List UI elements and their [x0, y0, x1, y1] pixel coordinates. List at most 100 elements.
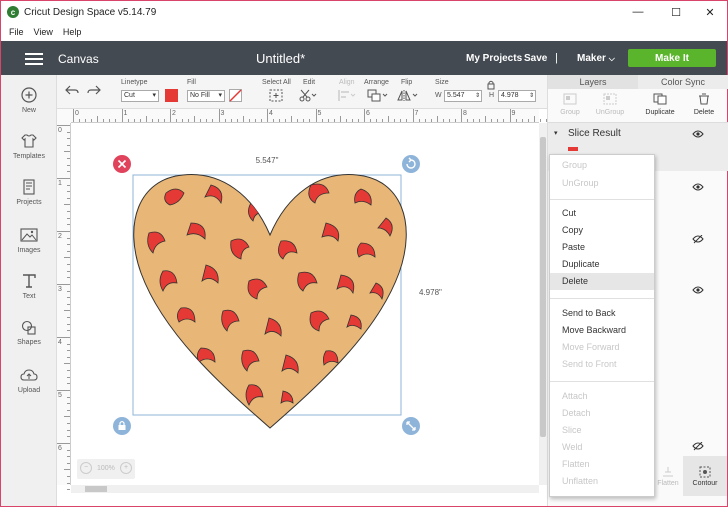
tab-color-sync[interactable]: Color Sync	[638, 75, 728, 89]
stepper-icon: ⇕	[528, 93, 534, 99]
duplicate-icon	[653, 93, 667, 105]
minimize-button[interactable]: —	[621, 1, 655, 23]
eye-hidden-icon[interactable]	[692, 235, 704, 244]
ruler-tick	[64, 416, 70, 418]
ruler-tick	[430, 119, 432, 122]
design-canvas[interactable]: 5.547" 4.978"	[71, 123, 539, 485]
make-it-button[interactable]: Make It	[628, 49, 716, 67]
linetype-select[interactable]: Cut ▾	[121, 90, 159, 102]
linetype-color-swatch[interactable]	[165, 89, 178, 102]
ungroup-button[interactable]: UnGroup	[590, 93, 630, 116]
ruler-tick	[67, 270, 70, 272]
ruler-tick	[151, 119, 153, 122]
zoom-in-button[interactable]: +	[120, 462, 132, 474]
caret-down-icon[interactable]: ▾	[554, 129, 558, 137]
stepper-icon: ⇕	[474, 93, 480, 99]
lock-handle[interactable]	[113, 417, 131, 435]
group-button[interactable]: Group	[550, 93, 590, 116]
ruler-tick-label: 6	[366, 110, 370, 117]
sidebar-item-shapes[interactable]: Shapes	[1, 319, 57, 346]
flip-icon[interactable]	[397, 89, 419, 102]
delete-handle[interactable]	[113, 155, 131, 173]
lock-icon[interactable]	[487, 80, 495, 90]
tab-layers[interactable]: Layers	[548, 75, 638, 89]
ruler-tick-label: 7	[414, 110, 419, 117]
sidebar-item-images[interactable]: Images	[1, 227, 57, 254]
ruler-tick-label: 1	[58, 180, 62, 187]
scroll-thumb[interactable]	[540, 137, 546, 437]
arrange-icon[interactable]	[367, 89, 389, 102]
menu-help[interactable]: Help	[63, 27, 82, 37]
ruler-tick	[382, 119, 383, 122]
eye-hidden-icon[interactable]	[692, 442, 704, 451]
ruler-tick-label: 2	[172, 110, 176, 117]
zoom-out-button[interactable]: −	[80, 462, 92, 474]
menu-view[interactable]: View	[34, 27, 53, 37]
fill-label: Fill	[187, 79, 196, 86]
context-menu-item-cut[interactable]: Cut	[550, 205, 654, 222]
hamburger-menu-icon[interactable]	[25, 53, 43, 65]
menu-file[interactable]: File	[9, 27, 24, 37]
context-menu-item-send-to-back[interactable]: Send to Back	[550, 305, 654, 322]
select-all-icon[interactable]	[269, 89, 283, 102]
canvas-horizontal-scrollbar[interactable]	[71, 485, 539, 493]
menu-separator	[550, 199, 654, 200]
fill-select[interactable]: No Fill ▾	[187, 90, 225, 102]
ruler-tick	[67, 449, 70, 451]
flatten-button[interactable]: Flatten	[655, 456, 681, 496]
context-menu-item-delete[interactable]: Delete	[550, 273, 654, 290]
ruler-tick	[418, 119, 420, 122]
fill-value: No Fill	[190, 92, 210, 99]
menu-separator	[550, 381, 654, 382]
sidebar-item-text[interactable]: Text	[1, 273, 57, 300]
sidebar-item-templates[interactable]: Templates	[1, 133, 57, 160]
ruler-tick	[57, 443, 70, 444]
no-fill-swatch-icon[interactable]	[229, 89, 242, 102]
ruler-tick	[67, 224, 70, 226]
sidebar-item-new[interactable]: New	[1, 87, 57, 114]
ruler-tick	[315, 109, 317, 122]
context-menu-item-paste[interactable]: Paste	[550, 239, 654, 256]
width-input[interactable]: 5.547 ⇕	[444, 90, 482, 102]
delete-button[interactable]: Delete	[684, 93, 724, 116]
duplicate-button[interactable]: Duplicate	[640, 93, 680, 116]
ruler-tick	[67, 462, 70, 464]
maximize-button[interactable]: ☐	[659, 1, 693, 23]
context-menu-item-copy[interactable]: Copy	[550, 222, 654, 239]
sidebar-item-projects[interactable]: Projects	[1, 179, 57, 206]
save-button[interactable]: Save	[524, 53, 547, 64]
machine-label: Maker	[577, 53, 606, 64]
rotate-handle[interactable]	[402, 155, 420, 173]
redo-icon[interactable]	[87, 84, 101, 96]
document-title: Untitled*	[256, 51, 306, 66]
context-menu-item-move-backward[interactable]: Move Backward	[550, 322, 654, 339]
chevron-down-icon: ⌵	[608, 54, 615, 63]
contour-button[interactable]: Contour	[683, 456, 727, 496]
my-projects-button[interactable]: My Projects	[466, 53, 522, 64]
ruler-tick	[442, 119, 444, 122]
eye-icon[interactable]	[692, 286, 704, 294]
eye-icon[interactable]	[692, 130, 704, 138]
heart-shape[interactable]	[133, 174, 407, 429]
sidebar-item-upload[interactable]: Upload	[1, 367, 57, 394]
ruler-tick	[57, 390, 70, 391]
ruler-tick	[133, 119, 135, 122]
context-menu-item-slice: Slice	[562, 425, 582, 435]
canvas-vertical-scrollbar[interactable]	[539, 123, 547, 485]
resize-handle[interactable]	[402, 417, 420, 435]
ruler-tick	[67, 303, 70, 305]
scissors-icon[interactable]	[299, 89, 317, 102]
machine-selector[interactable]: Maker ⌵	[577, 53, 615, 64]
duplicate-label: Duplicate	[645, 109, 675, 116]
ruler-tick	[97, 116, 98, 122]
ruler-tick	[67, 217, 70, 219]
context-menu-item-duplicate[interactable]: Duplicate	[550, 256, 654, 273]
ruler-tick	[285, 119, 286, 122]
undo-icon[interactable]	[65, 84, 79, 96]
ruler-tick	[67, 370, 70, 371]
ruler-tick	[273, 119, 274, 122]
scroll-thumb[interactable]	[85, 486, 107, 492]
height-input[interactable]: 4.978 ⇕	[498, 90, 536, 102]
close-window-button[interactable]: ✕	[693, 1, 727, 23]
eye-icon[interactable]	[692, 183, 704, 191]
